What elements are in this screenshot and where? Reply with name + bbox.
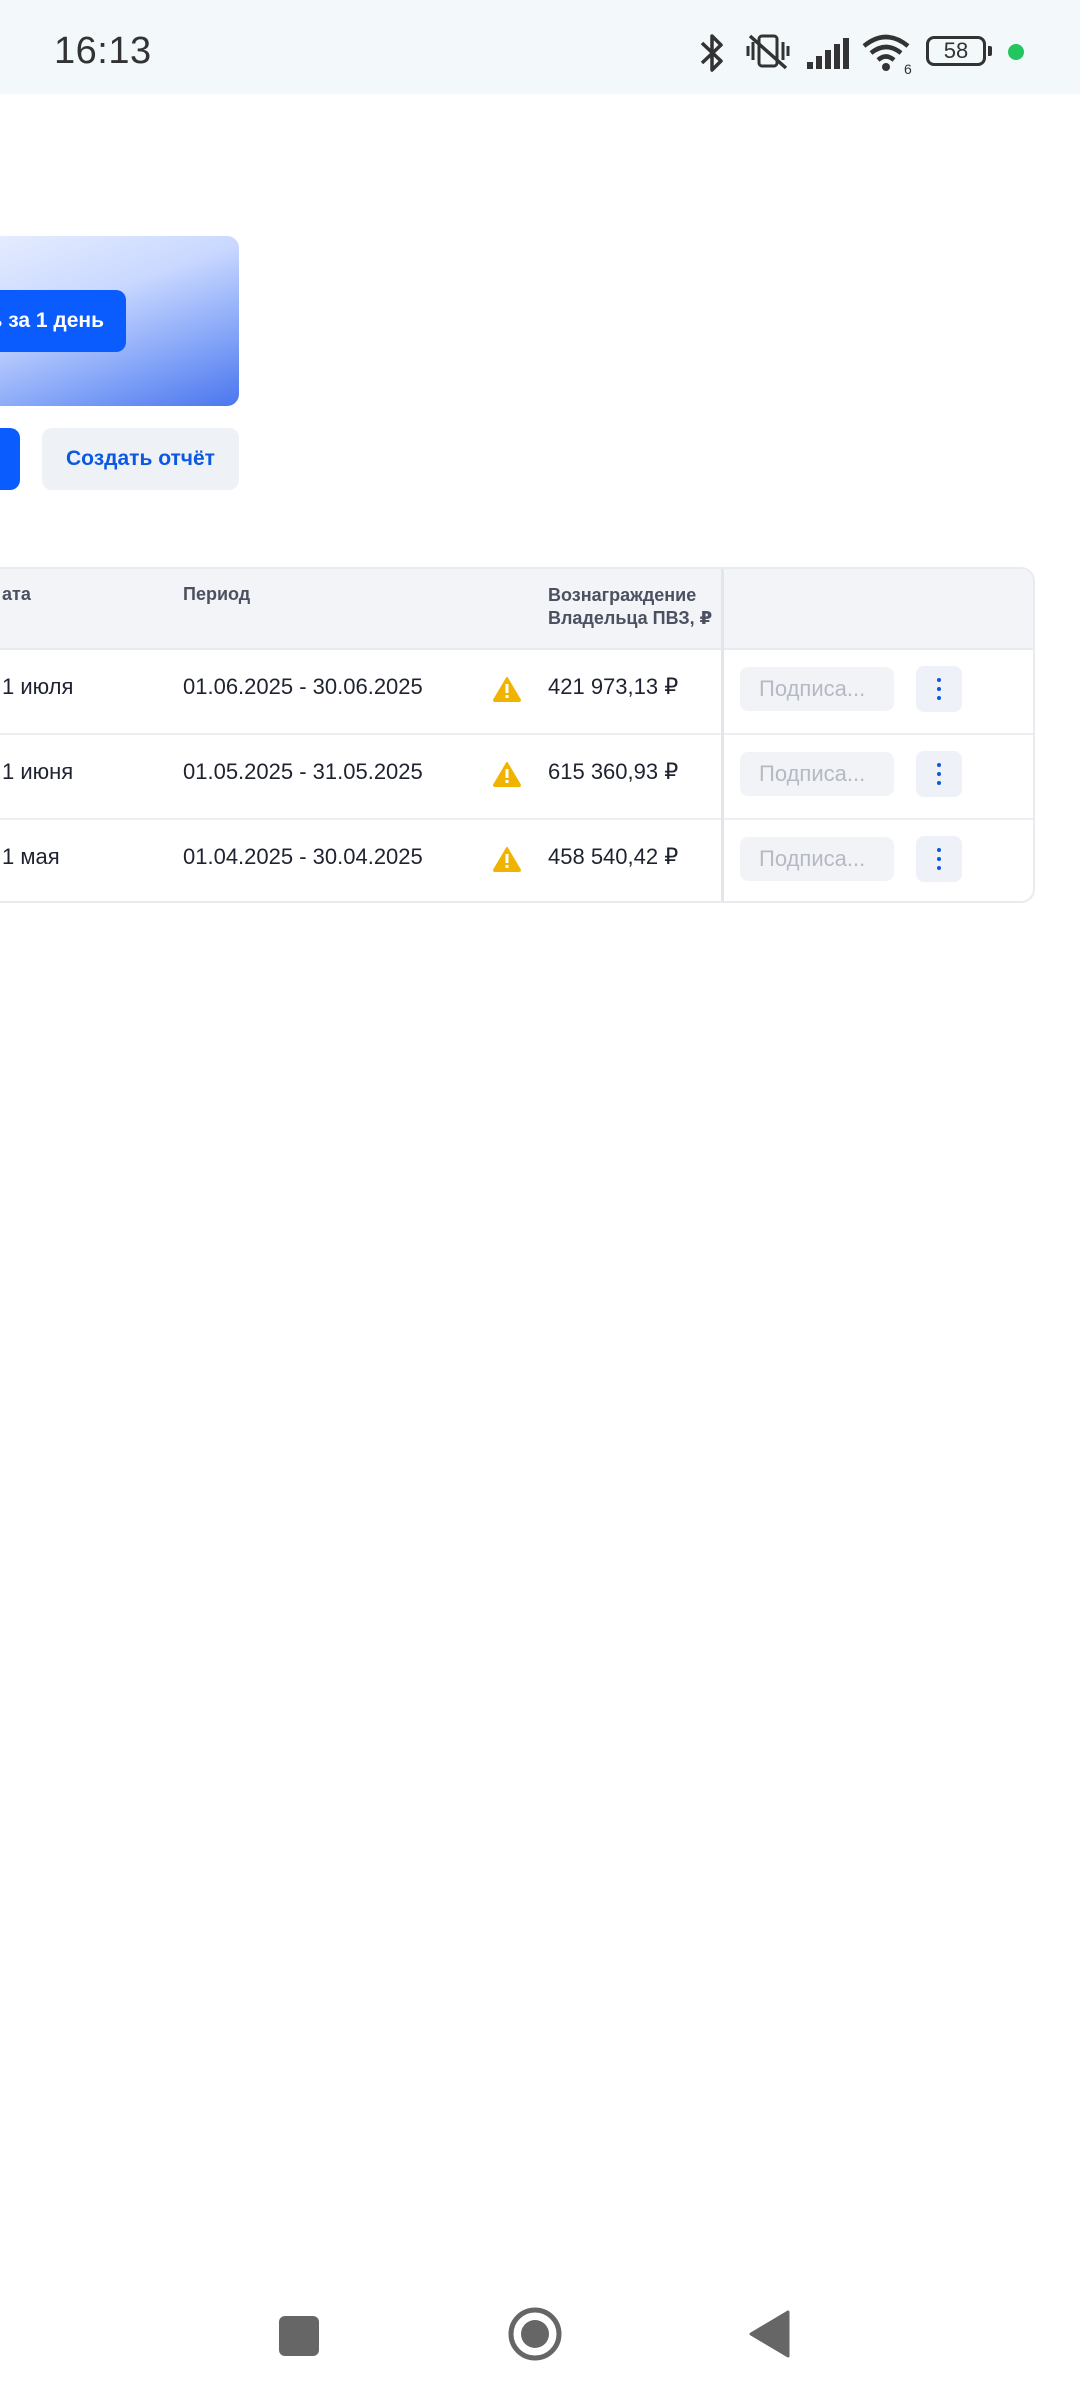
table-row: 1 июня 01.05.2025 - 31.05.2025 615 360,9… [0, 733, 1033, 820]
table-row: 1 мая 01.04.2025 - 30.04.2025 458 540,42… [0, 818, 1033, 901]
primary-action-button[interactable] [0, 428, 20, 490]
vibrate-mute-icon [746, 34, 790, 70]
back-button[interactable] [748, 2310, 790, 2358]
more-options-button[interactable] [916, 751, 962, 797]
battery-icon: 58 [926, 36, 992, 66]
table-header: ата Период Вознаграждение Владельца ПВЗ,… [0, 569, 1033, 650]
status-bar: 16:13 6 58 [0, 0, 1080, 94]
sign-button[interactable]: Подписа... [740, 837, 894, 881]
header-period: Период [183, 584, 251, 604]
sticky-column-divider [721, 569, 724, 901]
warning-icon[interactable] [493, 846, 521, 872]
recent-apps-button[interactable] [279, 2316, 319, 2356]
promo-button[interactable]: ь за 1 день [0, 290, 126, 352]
warning-icon[interactable] [493, 676, 521, 702]
home-button[interactable] [508, 2307, 562, 2361]
row-period: 01.06.2025 - 30.06.2025 [183, 674, 423, 699]
row-date: 1 июля [2, 674, 74, 699]
row-reward: 421 973,13 ₽ [548, 674, 679, 699]
more-options-button[interactable] [916, 836, 962, 882]
wifi-icon: 6 [862, 34, 912, 74]
row-date: 1 мая [2, 844, 60, 869]
reports-table: ата Период Вознаграждение Владельца ПВЗ,… [0, 567, 1035, 903]
cell-signal-icon [807, 38, 849, 69]
row-date: 1 июня [2, 759, 74, 784]
status-time: 16:13 [54, 30, 152, 72]
row-period: 01.04.2025 - 30.04.2025 [183, 844, 423, 869]
header-reward: Вознаграждение Владельца ПВЗ, ₽ [548, 585, 713, 628]
header-date: ата [2, 584, 31, 604]
active-dot [1008, 44, 1024, 60]
sign-button[interactable]: Подписа... [740, 667, 894, 711]
table-row: 1 июля 01.06.2025 - 30.06.2025 421 973,1… [0, 648, 1033, 735]
row-reward: 615 360,93 ₽ [548, 759, 679, 784]
wifi-badge: 6 [904, 61, 912, 74]
more-options-button[interactable] [916, 666, 962, 712]
row-reward: 458 540,42 ₽ [548, 844, 679, 869]
bluetooth-icon [700, 34, 723, 72]
sign-button[interactable]: Подписа... [740, 752, 894, 796]
status-icons: 6 58 [660, 0, 1080, 94]
row-period: 01.05.2025 - 31.05.2025 [183, 759, 423, 784]
warning-icon[interactable] [493, 761, 521, 787]
create-report-button[interactable]: Создать отчёт [42, 428, 239, 490]
